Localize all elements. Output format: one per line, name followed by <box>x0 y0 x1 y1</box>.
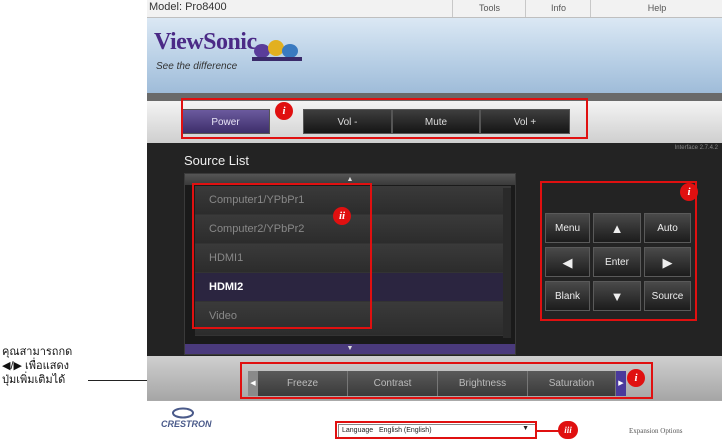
annotation-box-language <box>335 421 537 439</box>
badge-iii-language: iii <box>558 421 578 439</box>
crestron-swirl-icon <box>172 407 194 419</box>
annotation-box-power <box>181 98 588 139</box>
badge-ii-sources: ii <box>333 207 351 225</box>
badge-i-sliders: i <box>627 369 645 387</box>
badge-i-power: i <box>275 102 293 120</box>
birds-icon <box>252 40 302 61</box>
viewsonic-logo: ViewSonic <box>154 29 257 55</box>
tagline: See the difference <box>156 61 238 72</box>
menu-info[interactable]: Info <box>525 0 591 17</box>
title-bar: Model: Pro8400 Tools Info Help <box>147 0 722 18</box>
annotation-box-controls <box>540 181 697 321</box>
note-line-3: ปุ่มเพิ่มเติมได้ <box>2 374 66 386</box>
interface-version: Interface 2.7.4.2 <box>674 145 718 151</box>
menu-tools[interactable]: Tools <box>452 0 526 17</box>
annotation-note: คุณสามารถกด ◀/▶ เพื่อแสดง ปุ่มเพิ่มเติมไ… <box>2 345 72 387</box>
model-label: Model: Pro8400 <box>149 1 227 13</box>
brand-header: ViewSonic See the difference <box>147 18 722 93</box>
note-line-1: คุณสามารถกด <box>2 346 73 358</box>
annotation-box-sliders <box>240 362 653 399</box>
source-list-title: Source List <box>184 153 250 168</box>
note-line-2: ◀/▶ เพื่อแสดง <box>2 360 69 372</box>
annotation-connector <box>537 430 559 432</box>
app-window: Model: Pro8400 Tools Info Help ViewSonic… <box>147 0 722 443</box>
badge-i-controls: i <box>680 183 698 201</box>
crestron-logo: CRESTRON <box>161 419 212 429</box>
source-scrollbar[interactable] <box>503 188 511 338</box>
source-scroll-down[interactable]: ▼ <box>185 344 515 354</box>
annotation-box-sources <box>192 183 372 329</box>
expansion-options-link[interactable]: Expansion Options <box>629 427 682 435</box>
menu-help[interactable]: Help <box>590 0 722 17</box>
